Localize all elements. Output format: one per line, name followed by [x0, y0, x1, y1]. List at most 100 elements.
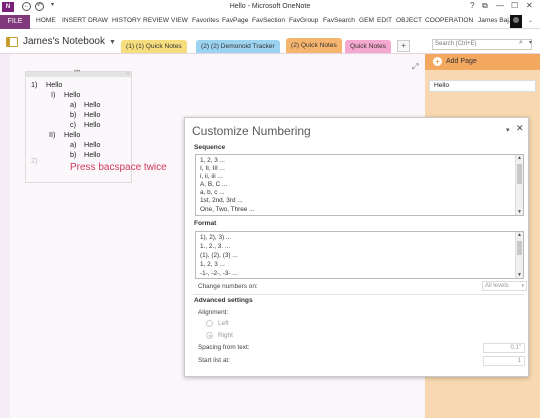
search-icon[interactable]: ⌕	[519, 39, 523, 47]
tab-favsearch[interactable]: FavSearch	[323, 17, 355, 24]
plus-circle-icon: +	[433, 56, 442, 66]
outline-move-dots-icon[interactable]: •••	[74, 69, 80, 75]
format-option[interactable]: -1-, -2-, -3- ...	[200, 270, 238, 277]
expand-page-icon[interactable]: ⤢	[412, 62, 418, 72]
scroll-up-icon[interactable]: ▲	[517, 155, 522, 161]
list-item-text[interactable]: Hello	[84, 150, 100, 159]
page-left-rail	[0, 54, 10, 418]
sequence-option[interactable]: A, B, C ...	[200, 181, 227, 188]
window-title: Hello - Microsoft OneNote	[229, 3, 311, 10]
tab-favgroup[interactable]: FavGroup	[289, 17, 318, 24]
change-numbers-select[interactable]: All levels ▾	[482, 281, 527, 291]
sequence-option[interactable]: i, ii, iii ...	[200, 173, 223, 180]
user-name[interactable]: James Baj...	[478, 17, 514, 24]
section-tab-quick-notes-2[interactable]: (2) Quick Notes	[286, 38, 342, 53]
scroll-thumb[interactable]	[517, 241, 522, 255]
tab-gem[interactable]: GEM	[359, 17, 374, 24]
scroll-down-icon[interactable]: ▼	[517, 272, 522, 278]
list-item-text[interactable]: Hello	[46, 80, 62, 89]
tab-favorites[interactable]: Favorites	[192, 17, 219, 24]
tab-cooperation[interactable]: COOPERATION	[425, 17, 473, 24]
customize-numbering-dialog: Customize Numbering ▾ ✕ Sequence 1, 2, 3…	[184, 117, 529, 377]
list-marker: a)	[70, 100, 77, 109]
list-marker: II)	[49, 130, 56, 139]
sequence-scrollbar[interactable]: ▲ ▼	[515, 155, 523, 215]
add-section-button[interactable]: +	[397, 40, 410, 52]
list-marker: b)	[70, 110, 77, 119]
format-listbox[interactable]: 1), 2), 3) ... 1., 2., 3. ... (1), (2), …	[195, 231, 524, 279]
start-list-label: Start list at:	[198, 357, 230, 364]
tab-history[interactable]: HISTORY	[112, 17, 141, 24]
section-tab-quick-notes-1[interactable]: (1) (1) Quick Notes	[121, 40, 187, 53]
outline-resize-icon[interactable]: ↔	[125, 70, 130, 76]
next-list-marker: 2)	[31, 156, 38, 165]
section-tab-demonoid-tracker[interactable]: (2) (2) Demonoid Tracker	[196, 40, 280, 53]
chevron-down-icon[interactable]: ⌄	[528, 17, 533, 24]
add-page-label: Add Page	[446, 58, 477, 65]
close-icon[interactable]: ✕	[516, 123, 524, 134]
tab-view[interactable]: VIEW	[171, 17, 188, 24]
notebook-dropdown-icon[interactable]: ▼	[109, 39, 116, 46]
search-scope-dropdown-icon[interactable]: ▾	[529, 39, 532, 46]
notebook-name[interactable]: James's Notebook	[23, 36, 105, 47]
list-item-text[interactable]: Hello	[84, 120, 100, 129]
ribbon-tabs: FILE HOME INSERT DRAW HISTORY REVIEW VIE…	[0, 14, 540, 29]
list-item-text[interactable]: Hello	[84, 110, 100, 119]
minimize-button[interactable]: —	[496, 1, 504, 10]
list-item-text[interactable]: Hello	[64, 130, 80, 139]
tab-file[interactable]: FILE	[0, 15, 30, 29]
maximize-button[interactable]: ☐	[511, 1, 518, 10]
scroll-thumb[interactable]	[517, 164, 522, 184]
format-option[interactable]: (1), (2), (3) ...	[200, 252, 238, 259]
dialog-title: Customize Numbering	[192, 124, 311, 138]
ribbon-display-icon[interactable]: ⧉	[482, 1, 488, 11]
hint-text[interactable]: Press bacspace twice	[70, 162, 167, 173]
align-left-radio[interactable]	[206, 320, 213, 327]
section-tab-quick-notes[interactable]: Quick Notes	[345, 40, 391, 53]
notebook-bar: James's Notebook ▼ (1) (1) Quick Notes (…	[0, 29, 540, 54]
list-item-text[interactable]: Hello	[84, 100, 100, 109]
tab-home[interactable]: HOME	[36, 17, 56, 24]
search-input[interactable]: Search (Ctrl+E)	[432, 39, 532, 50]
format-option[interactable]: 1), 2), 3) ...	[200, 234, 231, 241]
list-marker: 1)	[31, 80, 38, 89]
notebook-icon	[6, 37, 18, 47]
dialog-options-dropdown-icon[interactable]: ▾	[506, 126, 510, 134]
list-item-text[interactable]: Hello	[64, 90, 80, 99]
chevron-down-icon: ▾	[521, 283, 524, 289]
align-left-label: Left	[218, 320, 229, 327]
sequence-listbox[interactable]: 1, 2, 3 ... I, II, III ... i, ii, iii ..…	[195, 154, 524, 216]
list-marker: I)	[51, 90, 56, 99]
tab-insert[interactable]: INSERT	[62, 17, 86, 24]
tab-favpage[interactable]: FavPage	[222, 17, 248, 24]
tab-review[interactable]: REVIEW	[143, 17, 169, 24]
format-option[interactable]: 1., 2., 3. ...	[200, 243, 230, 250]
tab-draw[interactable]: DRAW	[88, 17, 108, 24]
list-item-text[interactable]: Hello	[84, 140, 100, 149]
align-right-radio[interactable]	[206, 332, 213, 339]
start-list-input[interactable]: 1	[483, 356, 525, 366]
sequence-heading: Sequence	[194, 144, 226, 151]
page-item-hello[interactable]: Hello	[429, 80, 536, 92]
alignment-label: Alignment:	[198, 309, 229, 316]
list-marker: c)	[70, 120, 76, 129]
tab-edit[interactable]: EDIT	[377, 17, 392, 24]
format-option[interactable]: 1, 2, 3 ...	[200, 261, 225, 268]
spacing-input[interactable]: 0.1"	[483, 343, 525, 353]
tab-favsection[interactable]: FavSection	[252, 17, 285, 24]
close-window-button[interactable]: ✕	[526, 1, 533, 10]
add-page-button[interactable]: + Add Page	[425, 54, 540, 70]
scroll-up-icon[interactable]: ▲	[517, 232, 522, 238]
sequence-option[interactable]: 1, 2, 3 ...	[200, 157, 225, 164]
tab-object[interactable]: OBJECT	[396, 17, 422, 24]
spacing-label: Spacing from text:	[198, 344, 250, 351]
avatar[interactable]	[510, 15, 522, 28]
sequence-option[interactable]: I, II, III ...	[200, 165, 225, 172]
sequence-option[interactable]: a, b, c ...	[200, 189, 225, 196]
sequence-option[interactable]: 1st, 2nd, 3rd ...	[200, 197, 243, 204]
sequence-option[interactable]: One, Two, Three ...	[200, 206, 254, 213]
align-right-label: Right	[218, 332, 233, 339]
help-icon[interactable]: ?	[470, 1, 474, 10]
format-scrollbar[interactable]: ▲ ▼	[515, 232, 523, 278]
scroll-down-icon[interactable]: ▼	[517, 209, 522, 215]
